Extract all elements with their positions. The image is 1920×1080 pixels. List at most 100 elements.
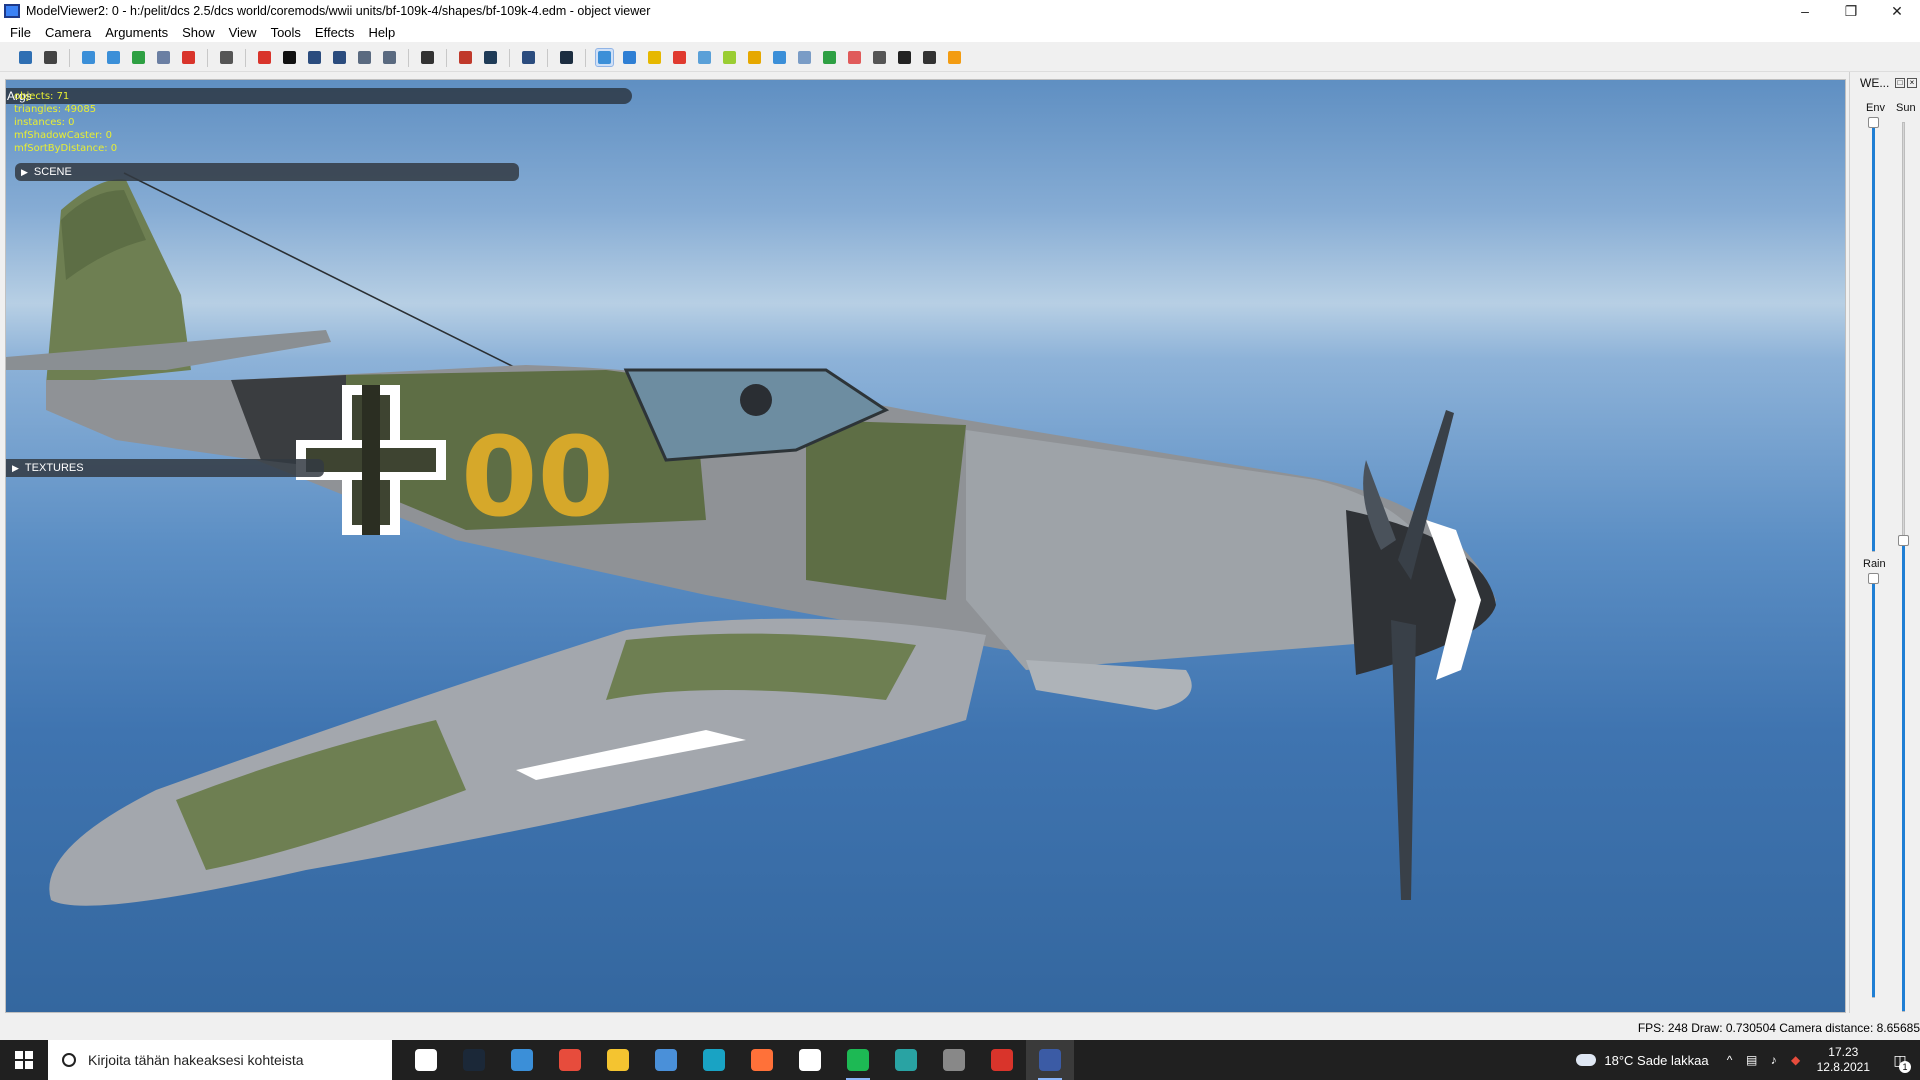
- oculus-taskbar-button[interactable]: [786, 1040, 834, 1080]
- steam-taskbar-button[interactable]: [450, 1040, 498, 1080]
- pages-button[interactable]: [645, 48, 664, 67]
- menu-effects[interactable]: Effects: [308, 25, 362, 40]
- photo-app-taskbar-button[interactable]: [930, 1040, 978, 1080]
- search-placeholder: Kirjoita tähän hakeaksesi kohteista: [88, 1052, 304, 1068]
- cube-red-button[interactable]: [670, 48, 689, 67]
- network-icon[interactable]: ▤: [1741, 1053, 1763, 1067]
- env-slider-track[interactable]: [1872, 121, 1875, 552]
- plane-app-taskbar-button[interactable]: [882, 1040, 930, 1080]
- store-icon: [655, 1049, 677, 1071]
- chart-line-icon: [748, 51, 761, 64]
- cube-blue-icon: [623, 51, 636, 64]
- box-icon: [698, 51, 711, 64]
- save-icon: [19, 51, 32, 64]
- box-button[interactable]: [695, 48, 714, 67]
- dots-grid-button[interactable]: [820, 48, 839, 67]
- undo-button[interactable]: [519, 48, 538, 67]
- monitor-button[interactable]: [481, 48, 500, 67]
- sun-slider-thumb[interactable]: [1898, 535, 1909, 547]
- figure-button[interactable]: [870, 48, 889, 67]
- textures-panel-bar[interactable]: ▶ TEXTURES: [6, 459, 324, 477]
- close-button[interactable]: ✕: [1874, 0, 1920, 22]
- colors-button[interactable]: [456, 48, 475, 67]
- minimize-button[interactable]: –: [1782, 0, 1828, 22]
- dropbox-icon[interactable]: ◆: [1785, 1053, 1807, 1067]
- anchor-button[interactable]: [895, 48, 914, 67]
- firefox-taskbar-button[interactable]: [738, 1040, 786, 1080]
- monitor-icon: [484, 51, 497, 64]
- clock[interactable]: 17.23 12.8.2021: [1807, 1045, 1880, 1075]
- image-button[interactable]: [154, 48, 173, 67]
- photo-button[interactable]: [418, 48, 437, 67]
- menu-arguments[interactable]: Arguments: [98, 25, 175, 40]
- stat-objects: objects: 71: [14, 91, 70, 102]
- rotate-button[interactable]: [104, 48, 123, 67]
- toolbar-separator: [207, 48, 208, 67]
- maximize-button[interactable]: ❐: [1828, 0, 1874, 22]
- camera-button[interactable]: [217, 48, 236, 67]
- store-taskbar-button[interactable]: [642, 1040, 690, 1080]
- scene-panel-bar[interactable]: ▶ SCENE: [15, 163, 519, 181]
- spotify-icon: [847, 1049, 869, 1071]
- menu-view[interactable]: View: [222, 25, 264, 40]
- rain-slider-thumb[interactable]: [1868, 573, 1879, 584]
- explorer-taskbar-button[interactable]: [594, 1040, 642, 1080]
- cone-button[interactable]: [330, 48, 349, 67]
- taskbar-search[interactable]: Kirjoita tähän hakeaksesi kohteista: [48, 1040, 392, 1080]
- close-panel-icon[interactable]: ×: [1907, 78, 1917, 88]
- arrow-left-button[interactable]: [380, 48, 399, 67]
- modelviewer-taskbar-button[interactable]: [1026, 1040, 1074, 1080]
- mail-taskbar-button[interactable]: [498, 1040, 546, 1080]
- edge-taskbar-button[interactable]: [690, 1040, 738, 1080]
- expand-triangle-icon: ▶: [12, 462, 19, 473]
- spotify-taskbar-button[interactable]: [834, 1040, 882, 1080]
- menu-show[interactable]: Show: [175, 25, 222, 40]
- menu-tools[interactable]: Tools: [264, 25, 308, 40]
- volume-icon[interactable]: ♪: [1763, 1053, 1785, 1067]
- grid-black-button[interactable]: [280, 48, 299, 67]
- arrow-left-icon: [383, 51, 396, 64]
- toolbar-separator: [585, 48, 586, 67]
- save-button[interactable]: [16, 48, 35, 67]
- chart-line-button[interactable]: [745, 48, 764, 67]
- car-button[interactable]: [920, 48, 939, 67]
- start-button[interactable]: [0, 1040, 48, 1080]
- chart-button[interactable]: [595, 48, 614, 67]
- task-view-taskbar-button[interactable]: [402, 1040, 450, 1080]
- chevron-up-icon[interactable]: ^: [1719, 1053, 1741, 1067]
- crosshair-button[interactable]: [255, 48, 274, 67]
- load-button[interactable]: [41, 48, 60, 67]
- rain-slider-track[interactable]: [1872, 577, 1875, 998]
- acrobat-taskbar-button[interactable]: [978, 1040, 1026, 1080]
- eye-button[interactable]: [557, 48, 576, 67]
- sun-button[interactable]: [945, 48, 964, 67]
- float-icon[interactable]: □: [1895, 78, 1905, 88]
- env-slider-thumb[interactable]: [1868, 117, 1879, 128]
- menu-help[interactable]: Help: [361, 25, 402, 40]
- search-icon: [62, 1053, 76, 1067]
- refresh-button[interactable]: [129, 48, 148, 67]
- rain-slider-fill: [1872, 577, 1875, 997]
- arrow-right-button[interactable]: [355, 48, 374, 67]
- clock-date: 12.8.2021: [1816, 1060, 1870, 1074]
- pdf-button[interactable]: [179, 48, 198, 67]
- window-title: ModelViewer2: 0 - h:/pelit/dcs 2.5/dcs w…: [26, 4, 651, 18]
- menu-camera[interactable]: Camera: [38, 25, 98, 40]
- menu-file[interactable]: File: [0, 25, 38, 40]
- notification-button[interactable]: ◫ 1: [1880, 1040, 1920, 1080]
- notification-count: 1: [1899, 1061, 1911, 1073]
- clock-time: 17.23: [1828, 1045, 1859, 1059]
- sphere-button[interactable]: [79, 48, 98, 67]
- 3d-viewport[interactable]: 00 Args objects: 71 triangles: 49085 ins…: [5, 79, 1846, 1013]
- cube-blue-button[interactable]: [620, 48, 639, 67]
- leaf-button[interactable]: [720, 48, 739, 67]
- chrome-taskbar-button[interactable]: [546, 1040, 594, 1080]
- target-button[interactable]: [845, 48, 864, 67]
- table-button[interactable]: [795, 48, 814, 67]
- funnel-button[interactable]: [305, 48, 324, 67]
- nodes-button[interactable]: [770, 48, 789, 67]
- modelviewer-window: ModelViewer2: 0 - h:/pelit/dcs 2.5/dcs w…: [0, 0, 1920, 1080]
- sun-icon: [948, 51, 961, 64]
- weather-widget[interactable]: 18°C Sade lakkaa: [1566, 1053, 1718, 1068]
- sun-slider-track[interactable]: [1902, 122, 1905, 1012]
